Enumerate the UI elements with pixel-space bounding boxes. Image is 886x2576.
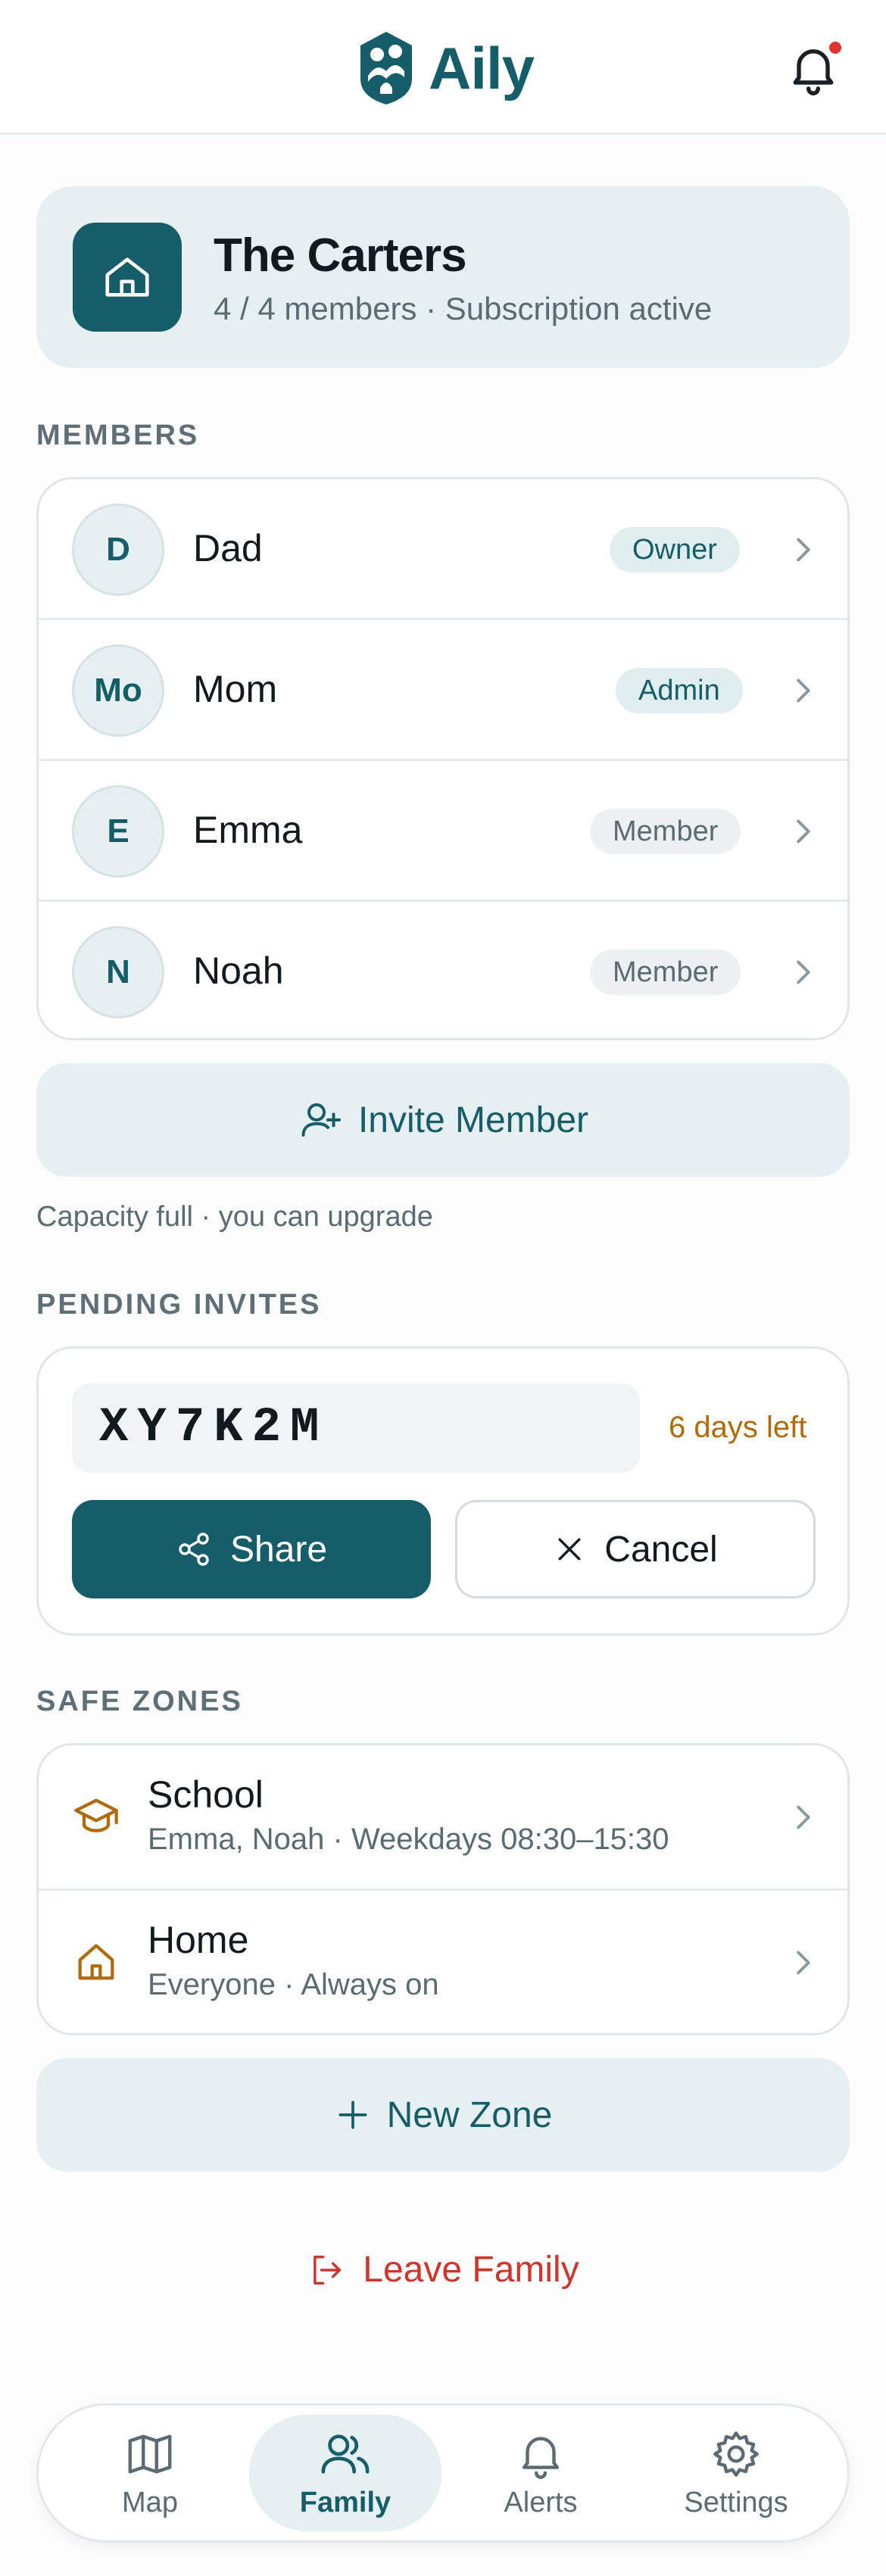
close-icon xyxy=(558,1538,581,1561)
member-name: Noah xyxy=(193,950,284,992)
graduation-cap-icon xyxy=(74,1798,118,1832)
role-badge: Owner xyxy=(610,527,740,572)
tab-label: Map xyxy=(122,2486,178,2518)
zone-row-school[interactable]: School Emma, Noah · Weekdays 08:30–15:30 xyxy=(39,1745,847,1891)
avatar: D xyxy=(72,504,164,596)
tab-settings[interactable]: Settings xyxy=(640,2415,832,2531)
member-name: Dad xyxy=(193,527,263,569)
share-invite-button[interactable]: Share xyxy=(72,1500,431,1598)
invite-code-box: XY7K2M xyxy=(72,1383,640,1473)
unread-dot xyxy=(827,39,844,56)
tab-label: Settings xyxy=(684,2486,788,2518)
avatar: Mo xyxy=(72,644,164,737)
invite-member-button[interactable]: Invite Member xyxy=(36,1063,850,1177)
invite-member-label: Invite Member xyxy=(357,1099,589,1140)
family-name: The Carters xyxy=(214,229,467,282)
role-badge: Member xyxy=(590,950,741,995)
role-badge: Member xyxy=(590,809,741,854)
avatar: E xyxy=(72,785,164,878)
chevron-right-icon xyxy=(797,678,810,703)
member-row-noah[interactable]: N Noah Member xyxy=(39,902,847,1038)
family-summary: 4 / 4 members · Subscription active xyxy=(214,291,713,326)
members-section-label: MEMBERS xyxy=(36,419,200,451)
bottom-tab-bar: Map Family Alerts Settings xyxy=(36,2403,850,2543)
chevron-right-icon xyxy=(797,1805,810,1829)
capacity-note: Capacity full · you can upgrade xyxy=(36,1201,433,1233)
invite-expiry: 6 days left xyxy=(669,1411,807,1444)
cancel-label: Cancel xyxy=(604,1529,718,1570)
zone-name: Home xyxy=(148,1919,249,1961)
tab-family[interactable]: Family xyxy=(249,2415,441,2531)
tab-alerts[interactable]: Alerts xyxy=(445,2415,637,2531)
zone-detail: Everyone · Always on xyxy=(148,1968,439,2001)
avatar: N xyxy=(72,926,164,1018)
share-icon xyxy=(179,1533,209,1566)
pending-invite-card: XY7K2M 6 days left Share Cancel xyxy=(36,1346,850,1636)
chevron-right-icon xyxy=(797,538,810,562)
tab-map[interactable]: Map xyxy=(54,2415,246,2531)
pending-invites-section-label: PENDING INVITES xyxy=(36,1289,322,1321)
chevron-right-icon xyxy=(797,1951,810,1975)
family-summary-card: The Carters 4 / 4 members · Subscription… xyxy=(36,186,850,368)
zone-row-home[interactable]: Home Everyone · Always on xyxy=(39,1891,847,2033)
chevron-right-icon xyxy=(797,960,810,984)
new-zone-label: New Zone xyxy=(386,2094,553,2135)
chevron-right-icon xyxy=(797,819,810,844)
map-icon xyxy=(128,2434,172,2474)
share-label: Share xyxy=(229,1529,328,1570)
app-logo: Aily xyxy=(354,27,535,109)
bell-icon xyxy=(522,2436,560,2479)
member-row-mom[interactable]: Mo Mom Admin xyxy=(39,620,847,761)
tab-label: Family xyxy=(299,2486,392,2518)
zone-name: School xyxy=(148,1773,264,1816)
role-badge: Admin xyxy=(616,668,743,713)
users-icon xyxy=(321,2434,370,2474)
leave-family-label: Leave Family xyxy=(363,2250,579,2290)
app-header: Aily xyxy=(0,0,886,135)
safe-zones-section-label: SAFE ZONES xyxy=(36,1686,243,1717)
user-plus-icon xyxy=(301,1103,341,1137)
aily-logo-icon xyxy=(360,32,412,104)
cancel-invite-button[interactable]: Cancel xyxy=(455,1500,816,1598)
members-list: D Dad Owner Mo Mom Admin E Emma Member N… xyxy=(36,477,850,1040)
new-zone-button[interactable]: New Zone xyxy=(36,2058,850,2172)
app-name: Aily xyxy=(429,34,535,101)
member-name: Emma xyxy=(193,809,303,851)
member-row-dad[interactable]: D Dad Owner xyxy=(39,479,847,620)
home-icon xyxy=(78,1944,114,1980)
family-home-icon xyxy=(73,223,182,332)
safe-zones-list: School Emma, Noah · Weekdays 08:30–15:30… xyxy=(36,1743,850,2035)
member-row-emma[interactable]: E Emma Member xyxy=(39,761,847,902)
leave-family-button[interactable]: Leave Family xyxy=(0,2249,886,2291)
member-name: Mom xyxy=(193,668,278,710)
logout-icon xyxy=(314,2255,342,2284)
zone-detail: Emma, Noah · Weekdays 08:30–15:30 xyxy=(148,1823,669,1856)
gear-icon xyxy=(713,2431,759,2477)
invite-code: XY7K2M xyxy=(99,1401,329,1455)
plus-icon xyxy=(338,2100,367,2129)
tab-label: Alerts xyxy=(504,2486,578,2518)
